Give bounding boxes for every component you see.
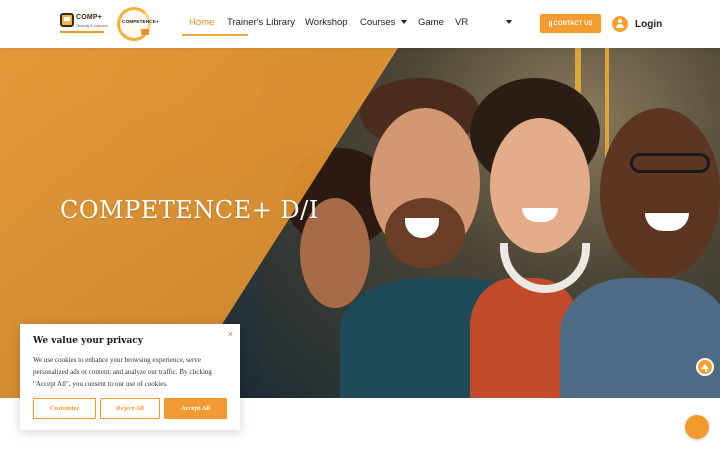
phone-icon <box>548 20 552 27</box>
contact-us-label: CONTACT US <box>553 20 593 27</box>
customize-button[interactable]: Customize <box>33 398 96 419</box>
accept-all-button[interactable]: Accept All <box>164 398 227 419</box>
nav-item-workshop[interactable]: Workshop <box>305 17 348 28</box>
nav-item-game[interactable]: Game <box>418 17 444 28</box>
competence-plus-logo[interactable]: COMPETENCE+ <box>115 7 159 41</box>
reject-all-button[interactable]: Reject All <box>100 398 160 419</box>
cookie-description: We use cookies to enhance your browsing … <box>33 356 212 388</box>
user-avatar-icon <box>612 16 628 32</box>
bus-icon <box>60 13 74 27</box>
nav-item-courses[interactable]: Courses <box>360 17 408 28</box>
nav-item-vr[interactable]: VR <box>455 17 513 28</box>
comp-plus-logo[interactable]: COMP+ Diversity & Inclusion <box>60 11 108 37</box>
contact-us-button[interactable]: CONTACT US <box>540 14 601 33</box>
chevron-down-icon <box>401 20 408 25</box>
cookie-consent-banner: × We value your privacy We use cookies t… <box>20 324 240 430</box>
nav-active-underline <box>182 34 248 36</box>
bus-icon <box>141 29 149 35</box>
logo-competence-text: COMPETENCE+ <box>122 20 159 25</box>
nav-item-home[interactable]: Home <box>189 17 214 28</box>
chat-widget-button[interactable] <box>685 415 709 439</box>
scroll-to-top-button[interactable] <box>696 358 714 376</box>
login-button[interactable]: Login <box>612 15 662 33</box>
cookie-title: We value your privacy <box>33 336 143 346</box>
logo-comp-subtitle: Diversity & Inclusion <box>76 24 108 28</box>
close-icon[interactable]: × <box>228 329 233 339</box>
chevron-down-icon <box>506 20 513 25</box>
login-label: Login <box>635 18 663 30</box>
arrow-stem <box>705 368 707 372</box>
nav-item-trainers-library[interactable]: Trainer's Library <box>227 17 295 28</box>
nav-item-courses-label: Courses <box>360 17 396 28</box>
site-header: COMP+ Diversity & Inclusion COMPETENCE+ … <box>0 0 720 48</box>
logo-comp-text: COMP+ <box>76 14 103 21</box>
hero-title: COMPETENCE+ D/I <box>60 196 319 224</box>
logo-underline <box>60 31 104 33</box>
nav-item-vr-label: VR <box>455 17 469 28</box>
